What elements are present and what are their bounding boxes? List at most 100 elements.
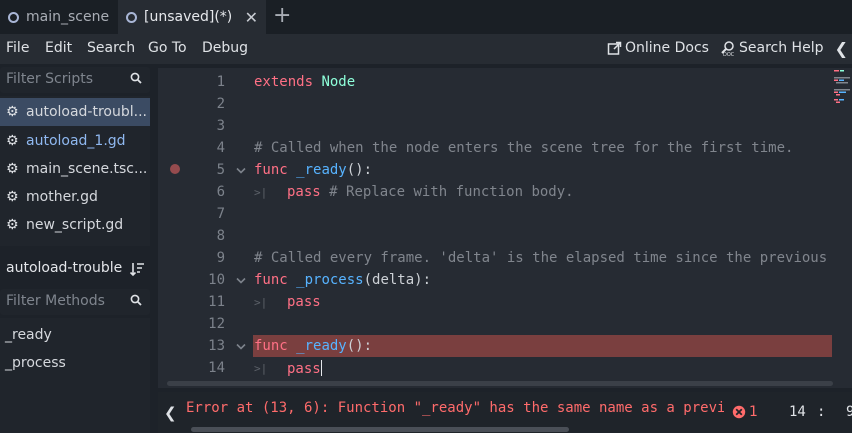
scene-tab-bar: main_scene [unsaved](*) ✕ + bbox=[0, 0, 852, 34]
script-item-label: main_scene.tsc... bbox=[26, 161, 148, 177]
search-help-label: Search Help bbox=[739, 40, 824, 56]
script-item-label: new_script.gd bbox=[26, 217, 124, 233]
function-name: _ready bbox=[296, 338, 347, 354]
code-line-1: extends Node bbox=[254, 74, 355, 90]
fold-arrow-icon[interactable] bbox=[236, 343, 246, 351]
editor-horizontal-scrollbar[interactable] bbox=[167, 381, 833, 386]
method-item-process[interactable]: _process bbox=[5, 355, 66, 371]
comment: # Replace with function body. bbox=[329, 184, 574, 200]
code-line-4: # Called when the node enters the scene … bbox=[254, 140, 794, 156]
line-number: 7 bbox=[216, 206, 225, 222]
code-line-10: func _process(delta): bbox=[254, 272, 431, 288]
script-list: ⚙ autoload-troubl... ⚙ autoload_1.gd ⚙ m… bbox=[0, 96, 150, 246]
filter-methods-input[interactable]: Filter Methods bbox=[0, 289, 150, 315]
scene-icon bbox=[126, 11, 137, 23]
position-separator: : bbox=[817, 404, 826, 420]
editor-status-bar: ❮ Error at (13, 6): Function "_ready" ha… bbox=[158, 392, 852, 433]
toggle-scripts-panel-icon[interactable]: ❮ bbox=[164, 404, 177, 422]
error-count: 1 bbox=[749, 404, 758, 420]
filter-scripts-placeholder: Filter Scripts bbox=[6, 71, 94, 87]
error-message[interactable]: Error at (13, 6): Function "_ready" has … bbox=[186, 400, 724, 416]
filter-scripts-input[interactable]: Filter Scripts bbox=[0, 67, 150, 93]
external-link-icon bbox=[607, 41, 622, 55]
online-docs-button[interactable]: Online Docs bbox=[607, 40, 709, 56]
menu-edit[interactable]: Edit bbox=[45, 40, 72, 56]
error-icon bbox=[732, 405, 746, 419]
line-number: 9 bbox=[216, 250, 225, 266]
code-line-14: pass bbox=[287, 360, 322, 377]
line-number: 2 bbox=[216, 96, 225, 112]
menu-file[interactable]: File bbox=[6, 40, 29, 56]
keyword: func bbox=[254, 272, 288, 288]
sort-icon[interactable] bbox=[129, 261, 145, 277]
error-count-button[interactable]: 1 bbox=[732, 404, 758, 420]
doc-search-icon: DOC bbox=[721, 41, 735, 56]
tab-unsaved[interactable]: [unsaved](*) ✕ bbox=[118, 0, 266, 34]
gear-icon: ⚙ bbox=[6, 103, 19, 120]
line-number: 10 bbox=[208, 272, 225, 288]
current-script-name: autoload-trouble bbox=[6, 260, 123, 276]
line-number: 11 bbox=[208, 294, 225, 310]
fold-arrow-icon[interactable] bbox=[236, 167, 246, 175]
gear-icon: ⚙ bbox=[6, 132, 19, 149]
keyword: pass bbox=[287, 361, 321, 377]
line-number: 12 bbox=[208, 316, 225, 332]
scene-icon bbox=[8, 11, 19, 23]
tab-label: main_scene bbox=[26, 9, 110, 25]
script-item-new-script[interactable]: ⚙ new_script.gd bbox=[0, 211, 150, 239]
cursor-column: 9 bbox=[846, 404, 852, 420]
script-item-label: mother.gd bbox=[26, 189, 98, 205]
function-name: _ready bbox=[296, 162, 347, 178]
gear-icon: ⚙ bbox=[6, 216, 19, 233]
code-punctuation: (): bbox=[346, 338, 373, 354]
keyword: extends bbox=[254, 74, 314, 90]
line-number: 8 bbox=[216, 228, 225, 244]
online-docs-label: Online Docs bbox=[625, 40, 709, 56]
add-tab-icon[interactable]: + bbox=[273, 4, 291, 28]
svg-text:DOC: DOC bbox=[723, 52, 735, 56]
line-number: 4 bbox=[216, 140, 225, 156]
line-number: 13 bbox=[208, 338, 225, 354]
script-item-label: autoload-troubl... bbox=[26, 104, 147, 120]
code-line-6: pass # Replace with function body. bbox=[287, 184, 574, 200]
script-item-autoload-1[interactable]: ⚙ autoload_1.gd bbox=[0, 127, 150, 155]
close-icon[interactable]: ✕ bbox=[245, 8, 258, 27]
method-item-ready[interactable]: _ready bbox=[5, 327, 52, 343]
line-number: 5 bbox=[216, 162, 225, 178]
script-menu-bar: File Edit Search Go To Debug Online Docs… bbox=[0, 34, 852, 64]
tab-indent-icon: >| bbox=[254, 362, 268, 375]
tab-label: [unsaved](*) bbox=[144, 9, 233, 25]
function-name: _process bbox=[296, 272, 364, 288]
fold-arrow-icon[interactable] bbox=[236, 277, 246, 285]
code-minimap[interactable] bbox=[832, 68, 850, 110]
menu-go-to[interactable]: Go To bbox=[148, 40, 187, 56]
tab-indent-icon: >| bbox=[254, 186, 268, 199]
code-line-5: func _ready(): bbox=[254, 162, 372, 178]
keyword: pass bbox=[287, 294, 321, 310]
keyword: pass bbox=[287, 184, 321, 200]
line-number: 3 bbox=[216, 118, 225, 134]
type-name: Node bbox=[321, 74, 356, 90]
tab-main-scene[interactable]: main_scene bbox=[0, 0, 118, 34]
keyword: func bbox=[254, 162, 288, 178]
menu-debug[interactable]: Debug bbox=[202, 40, 248, 56]
code-editor[interactable]: 1 2 3 4 5 6 7 8 9 10 11 12 13 14 >| >| >… bbox=[158, 68, 852, 388]
filter-methods-placeholder: Filter Methods bbox=[6, 293, 105, 309]
status-scrollbar[interactable] bbox=[191, 427, 569, 432]
search-help-button[interactable]: DOC Search Help bbox=[720, 40, 823, 56]
collapse-panel-icon[interactable]: ❮ bbox=[835, 39, 848, 58]
gear-icon: ⚙ bbox=[6, 188, 19, 205]
text-cursor bbox=[320, 360, 322, 376]
settings-icon: ⚙ bbox=[6, 160, 19, 177]
search-icon bbox=[130, 72, 142, 84]
script-item-main-scene[interactable]: ⚙ main_scene.tsc... bbox=[0, 155, 150, 183]
code-punctuation: (delta): bbox=[363, 272, 432, 288]
script-item-autoload-trouble[interactable]: ⚙ autoload-troubl... bbox=[0, 98, 150, 126]
line-number: 6 bbox=[216, 184, 225, 200]
script-item-label: autoload_1.gd bbox=[26, 133, 126, 149]
menu-search[interactable]: Search bbox=[87, 40, 135, 56]
script-item-mother[interactable]: ⚙ mother.gd bbox=[0, 183, 150, 211]
keyword: func bbox=[254, 338, 288, 354]
line-number: 14 bbox=[208, 360, 225, 376]
code-punctuation: (): bbox=[346, 162, 373, 178]
